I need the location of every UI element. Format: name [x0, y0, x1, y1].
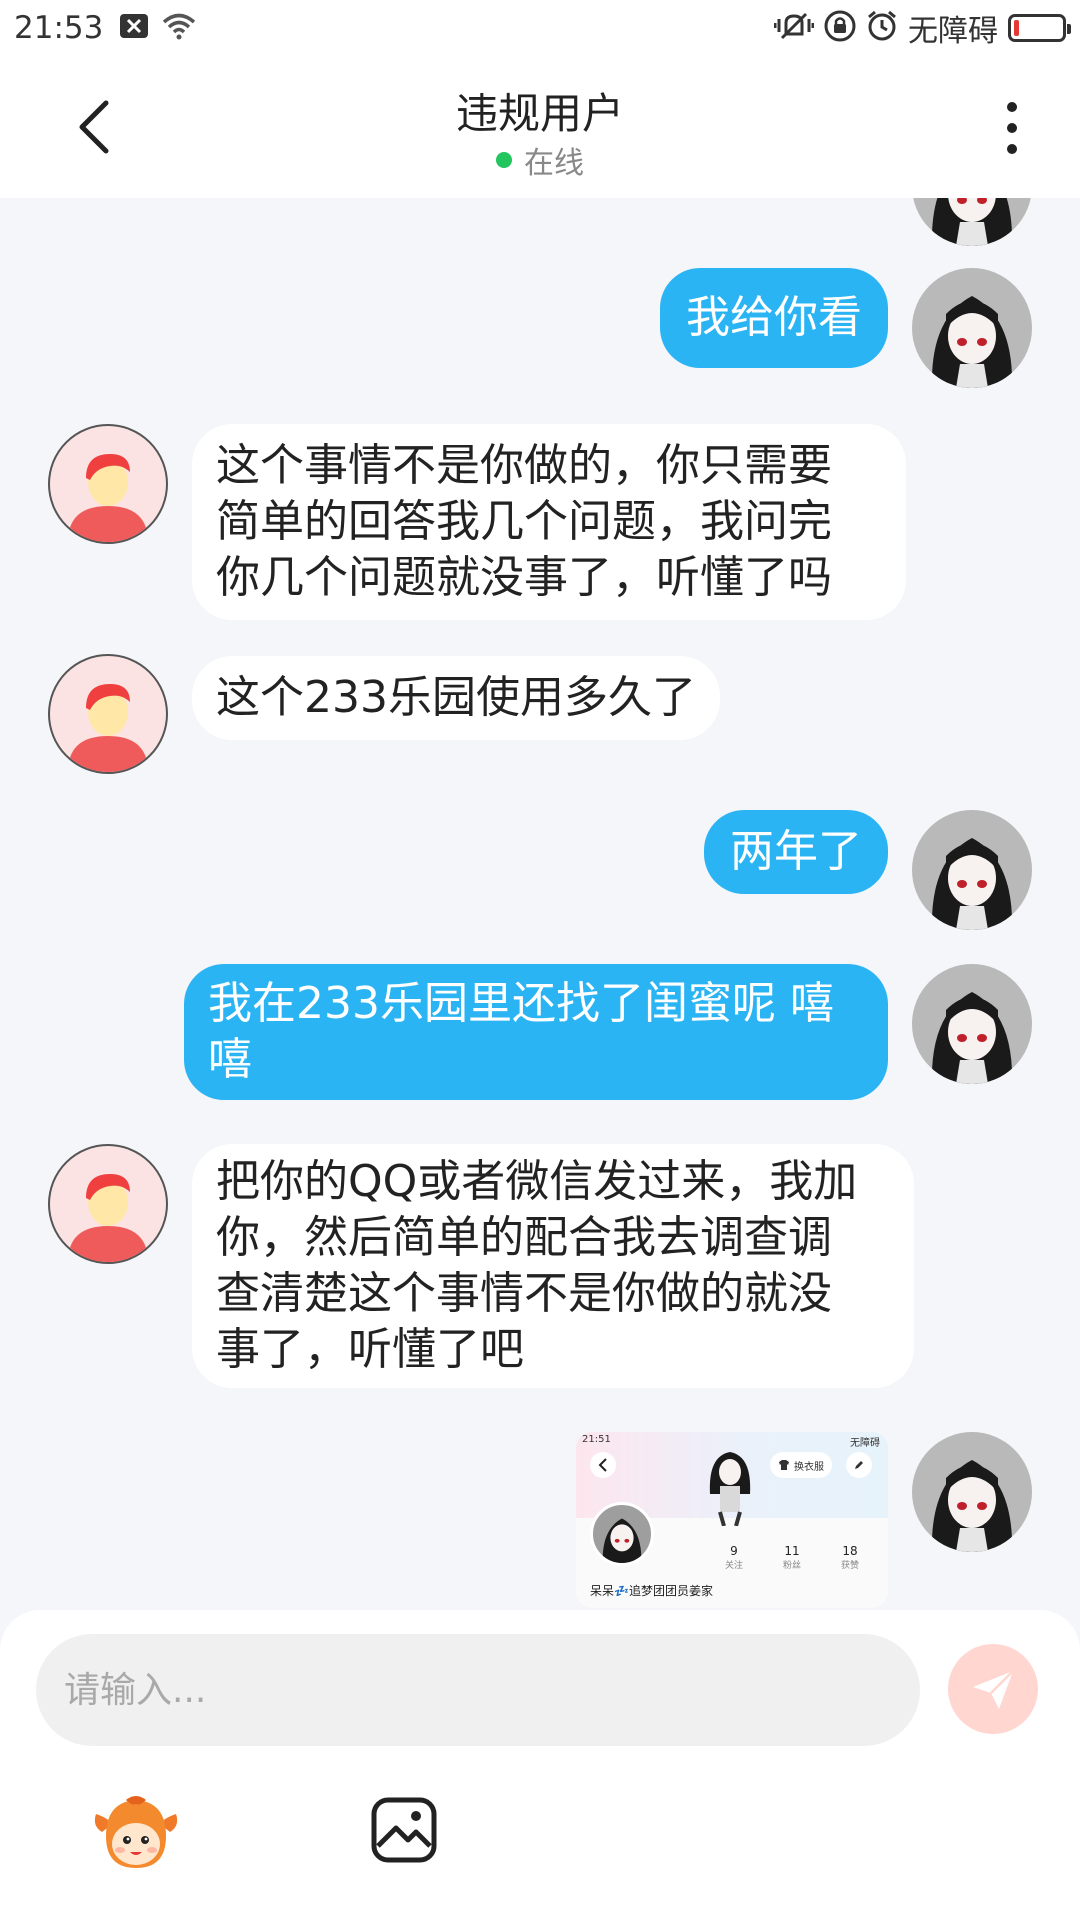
shot-stat: 9 关注: [722, 1544, 746, 1571]
shot-accessibility-label: 无障碍: [850, 1438, 880, 1449]
message-text: 两年了: [730, 826, 862, 877]
shirt-icon: [779, 1460, 789, 1470]
default-avatar-icon: [68, 454, 148, 542]
more-dot-icon: [1007, 123, 1017, 133]
message-line: 这个事情不是你做的，你只需要: [216, 440, 832, 491]
message-line: 把你的QQ或者微信发过来，我加: [216, 1156, 858, 1207]
my-avatar[interactable]: [912, 198, 1032, 246]
message-line: 简单的回答我几个问题，我问完: [216, 496, 832, 547]
more-options-button[interactable]: [992, 98, 1032, 158]
lock-rotation-icon: [824, 10, 856, 46]
shot-stat: 18 获赞: [838, 1544, 862, 1571]
more-dot-icon: [1007, 102, 1017, 112]
shot-stat-label: 粉丝: [782, 1561, 801, 1571]
message-line: 查清楚这个事情不是你做的就没: [216, 1268, 832, 1319]
more-dot-icon: [1007, 144, 1017, 154]
status-bar: 21:53 无障碍: [0, 0, 1080, 56]
message-input-wrapper: [36, 1634, 920, 1746]
my-avatar[interactable]: [912, 964, 1032, 1084]
shot-stat-value: 11: [784, 1544, 800, 1558]
my-avatar[interactable]: [912, 1432, 1032, 1552]
shot-character-figure: [704, 1446, 756, 1530]
message-line: 嘻: [208, 1034, 252, 1085]
send-button[interactable]: [948, 1644, 1038, 1734]
alarm-icon: [866, 10, 898, 46]
shot-stat-value: 9: [730, 1544, 738, 1558]
shot-profile-avatar: [590, 1502, 654, 1566]
battery-low-icon: [1008, 14, 1071, 42]
message-text: 我给你看: [686, 292, 862, 343]
message-line: 你，然后简单的配合我去调查调: [216, 1212, 832, 1263]
mascot-emoji-icon: [94, 1796, 178, 1868]
message-bubble-received[interactable]: 把你的QQ或者微信发过来，我加 你，然后简单的配合我去调查调 查清楚这个事情不是…: [192, 1144, 914, 1388]
online-status: 在线: [0, 138, 1080, 182]
shot-back-icon: [590, 1452, 616, 1478]
chat-title: 违规用户: [455, 89, 624, 138]
vibrate-icon: [773, 10, 815, 46]
shot-edit-icon: [846, 1452, 872, 1478]
change-outfit-button: 换衣服: [770, 1452, 832, 1478]
change-outfit-label: 换衣服: [794, 1461, 824, 1473]
close-box-icon: [119, 13, 149, 43]
message-input[interactable]: [64, 1669, 920, 1711]
online-dot: [496, 152, 512, 168]
my-avatar[interactable]: [912, 268, 1032, 388]
message-line: 事了，听懂了吧: [216, 1324, 524, 1375]
message-line: 你几个问题就没事了，听懂了吗: [216, 552, 832, 603]
emoji-button[interactable]: [92, 1792, 180, 1870]
wifi-icon: [161, 12, 197, 44]
accessibility-label: 无障碍: [908, 14, 998, 49]
peer-avatar[interactable]: [48, 1144, 168, 1264]
shot-status-time: 21:51: [582, 1434, 611, 1445]
message-text: 这个233乐园使用多久了: [216, 672, 696, 723]
send-icon: [973, 1670, 1014, 1709]
shot-stat-label: 获赞: [840, 1561, 859, 1571]
peer-avatar[interactable]: [48, 424, 168, 544]
online-status-text: 在线: [524, 146, 584, 181]
shot-stat-label: 关注: [724, 1561, 743, 1571]
peer-avatar[interactable]: [48, 654, 168, 774]
shot-stat: 11 粉丝: [780, 1544, 804, 1571]
shot-username: 呆呆💤追梦团团员姜家: [590, 1584, 713, 1598]
message-line: 我在233乐园里还找了闺蜜呢 嘻: [208, 978, 834, 1029]
message-bubble-sent[interactable]: 我在233乐园里还找了闺蜜呢 嘻 嘻: [184, 964, 888, 1100]
image-icon: [371, 1797, 437, 1863]
message-bubble-received[interactable]: 这个233乐园使用多久了: [192, 656, 720, 740]
input-panel: [0, 1610, 1080, 1920]
default-avatar-icon: [68, 1174, 148, 1262]
image-picker-button[interactable]: [370, 1796, 438, 1864]
image-message[interactable]: 21:51 无障碍 换衣服 9 关注 11 粉丝 18 获赞 呆呆💤追梦团团员姜…: [576, 1432, 888, 1608]
default-avatar-icon: [68, 684, 148, 772]
shot-stat-value: 18: [842, 1544, 858, 1558]
message-bubble-sent[interactable]: 我给你看: [660, 268, 888, 368]
chat-header: 违规用户 在线: [0, 56, 1080, 198]
chat-messages[interactable]: 我给你看 这个事情不是你做的，你只需要 简单的回答我几个问题，我问完 你几个问题…: [0, 198, 1080, 1610]
message-bubble-sent[interactable]: 两年了: [704, 810, 888, 894]
status-time: 21:53: [14, 10, 104, 46]
my-avatar[interactable]: [912, 810, 1032, 930]
message-bubble-received[interactable]: 这个事情不是你做的，你只需要 简单的回答我几个问题，我问完 你几个问题就没事了，…: [192, 424, 906, 620]
